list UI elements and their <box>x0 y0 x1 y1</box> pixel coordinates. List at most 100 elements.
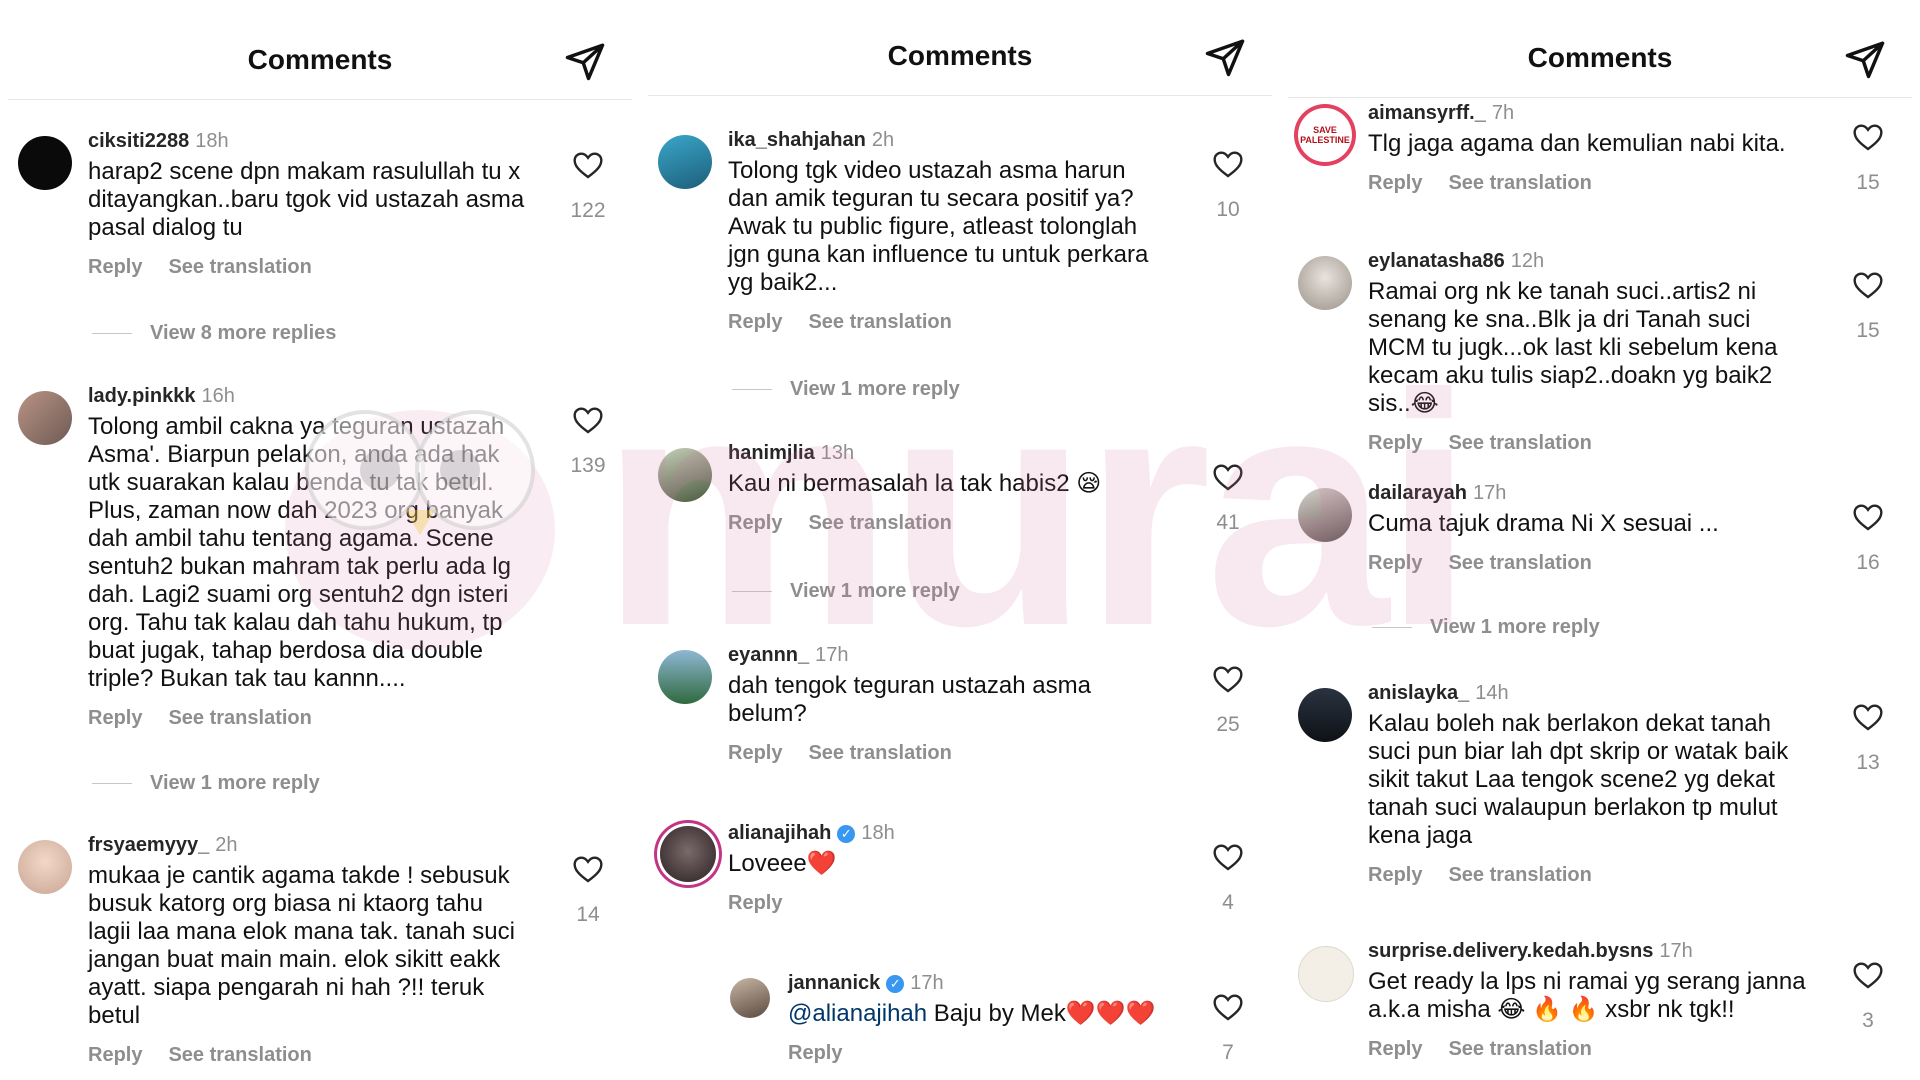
see-translation-button[interactable]: See translation <box>1448 552 1591 574</box>
reply-button[interactable]: Reply <box>788 1042 842 1064</box>
header-divider <box>8 99 632 100</box>
see-translation-button[interactable]: See translation <box>808 512 951 534</box>
reply-button[interactable]: Reply <box>1368 432 1422 454</box>
avatar[interactable] <box>660 826 716 882</box>
reply-button[interactable]: Reply <box>88 256 142 278</box>
heart-icon[interactable] <box>572 854 604 884</box>
comment-text: Ramai org nk ke tanah suci..artis2 ni se… <box>1368 278 1778 417</box>
comments-panel-3: Comments SAVE PALESTINE aimansyrff._ 7h T… <box>1280 0 1920 1080</box>
comment-username[interactable]: eylanatasha86 <box>1368 250 1505 272</box>
comment-text: Tolong ambil cakna ya teguran ustazah As… <box>88 413 511 692</box>
heart-icon[interactable] <box>1212 149 1244 179</box>
see-translation-button[interactable]: See translation <box>808 311 951 333</box>
comment-username[interactable]: ciksiti2288 <box>88 130 189 152</box>
avatar[interactable] <box>1298 256 1352 310</box>
avatar[interactable] <box>1298 488 1352 542</box>
like-count: 139 <box>570 454 606 477</box>
avatar[interactable] <box>658 650 712 704</box>
like-count: 13 <box>1856 751 1880 774</box>
comments-header: Comments <box>1280 0 1920 98</box>
avatar[interactable] <box>658 135 712 189</box>
avatar[interactable] <box>1298 946 1354 1002</box>
like-count: 14 <box>576 903 600 926</box>
reply-button[interactable]: Reply <box>88 1044 142 1066</box>
comment-username[interactable]: jannanick <box>788 972 880 994</box>
avatar[interactable] <box>730 978 770 1018</box>
heart-icon[interactable] <box>1852 702 1884 732</box>
see-translation-button[interactable]: See translation <box>168 1044 311 1066</box>
like-count: 15 <box>1856 171 1880 194</box>
reply-button[interactable]: Reply <box>1368 864 1422 886</box>
like-control: 122 <box>558 150 618 223</box>
like-count: 10 <box>1216 198 1240 221</box>
avatar[interactable] <box>18 391 72 445</box>
like-control: 15 <box>1838 270 1898 343</box>
heart-icon[interactable] <box>1212 664 1244 694</box>
avatar[interactable]: SAVE PALESTINE <box>1298 108 1352 162</box>
view-more-label: View 1 more reply <box>150 772 320 794</box>
comment-time: 7h <box>1491 102 1515 124</box>
send-icon[interactable] <box>1844 38 1886 80</box>
comment-time: 17h <box>1472 482 1507 504</box>
comment-time: 17h <box>1659 940 1693 962</box>
comment-username[interactable]: hanimjlia <box>728 442 815 464</box>
comments-title: Comments <box>1527 42 1673 73</box>
mention-link[interactable]: @alianajihah <box>788 1000 927 1027</box>
comment-username[interactable]: dailarayah <box>1368 482 1467 504</box>
heart-icon[interactable] <box>1212 462 1244 492</box>
view-more-replies[interactable]: View 1 more reply <box>732 580 960 603</box>
comment-time: 12h <box>1510 250 1545 272</box>
send-icon[interactable] <box>564 40 606 82</box>
reply-button[interactable]: Reply <box>1368 552 1422 574</box>
reply-button[interactable]: Reply <box>88 707 142 729</box>
comments-title: Comments <box>247 44 393 75</box>
avatar[interactable] <box>18 840 72 894</box>
comment-username[interactable]: frsyaemyyy_ <box>88 834 209 856</box>
reply-button[interactable]: Reply <box>728 311 782 333</box>
comment-username[interactable]: eyannn_ <box>728 644 809 666</box>
like-control: 7 <box>1198 992 1258 1065</box>
like-count: 122 <box>570 199 606 222</box>
see-translation-button[interactable]: See translation <box>1448 864 1591 886</box>
heart-icon[interactable] <box>1852 960 1884 990</box>
see-translation-button[interactable]: See translation <box>808 742 951 764</box>
heart-icon[interactable] <box>1212 992 1244 1022</box>
header-divider <box>648 95 1272 96</box>
see-translation-button[interactable]: See translation <box>1448 1038 1591 1060</box>
reply-button[interactable]: Reply <box>1368 1038 1422 1060</box>
avatar[interactable] <box>1298 688 1352 742</box>
view-more-replies[interactable]: View 1 more reply <box>1372 616 1600 639</box>
view-more-replies[interactable]: View 1 more reply <box>732 378 960 401</box>
reply-button[interactable]: Reply <box>728 892 782 914</box>
header-divider <box>1288 97 1912 98</box>
avatar[interactable] <box>658 448 712 502</box>
comment-username[interactable]: aimansyrff._ <box>1368 102 1486 124</box>
like-count: 41 <box>1216 511 1240 534</box>
see-translation-button[interactable]: See translation <box>168 256 311 278</box>
heart-icon[interactable] <box>572 405 604 435</box>
heart-icon[interactable] <box>1852 502 1884 532</box>
comment-time: 2h <box>215 834 238 856</box>
reply-button[interactable]: Reply <box>1368 172 1422 194</box>
reply-button[interactable]: Reply <box>728 512 782 534</box>
heart-icon[interactable] <box>1852 122 1884 152</box>
heart-icon[interactable] <box>1212 842 1244 872</box>
view-more-replies[interactable]: View 1 more reply <box>92 772 320 795</box>
heart-icon[interactable] <box>1852 270 1884 300</box>
comment-username[interactable]: lady.pinkkk <box>88 385 195 407</box>
comment-username[interactable]: anislayka_ <box>1368 682 1469 704</box>
comment-time: 18h <box>861 822 895 844</box>
reply-button[interactable]: Reply <box>728 742 782 764</box>
avatar[interactable] <box>18 136 72 190</box>
see-translation-button[interactable]: See translation <box>1448 172 1591 194</box>
see-translation-button[interactable]: See translation <box>1448 432 1591 454</box>
see-translation-button[interactable]: See translation <box>168 707 311 729</box>
comment-username[interactable]: surprise.delivery.kedah.bysns <box>1368 940 1653 962</box>
view-more-replies[interactable]: View 8 more replies <box>92 322 336 345</box>
like-control: 25 <box>1198 664 1258 737</box>
heart-icon[interactable] <box>572 150 604 180</box>
comment-time: 14h <box>1475 682 1509 704</box>
comment-username[interactable]: ika_shahjahan <box>728 129 866 151</box>
comment-username[interactable]: alianajihah <box>728 822 831 844</box>
send-icon[interactable] <box>1204 36 1246 78</box>
